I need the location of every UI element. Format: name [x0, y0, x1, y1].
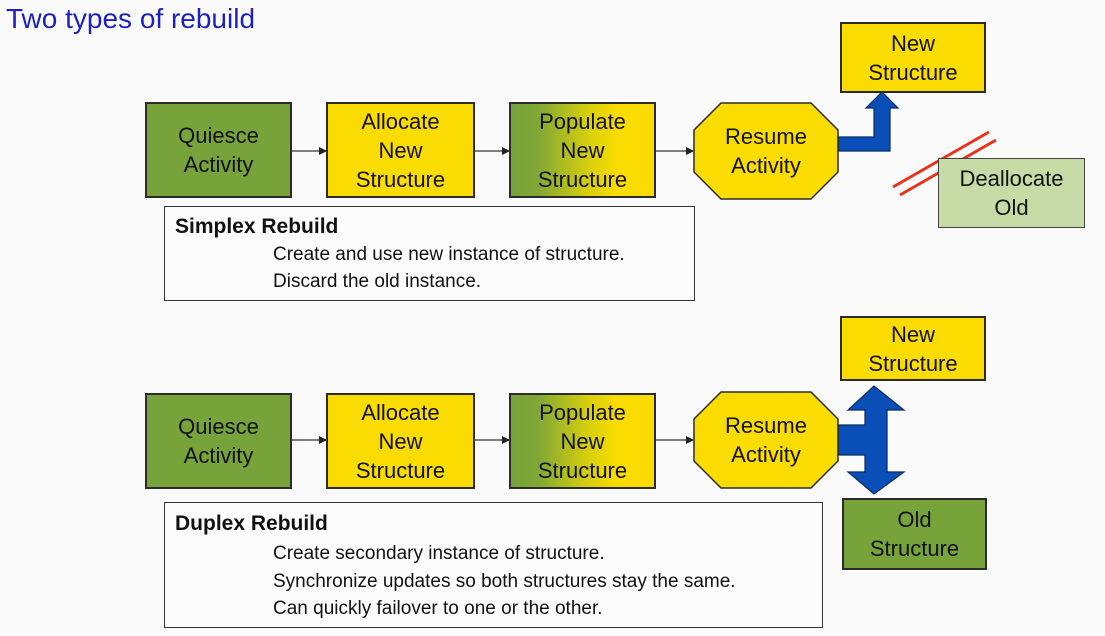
duplex-line: Can quickly failover to one or the other…: [273, 598, 603, 619]
step-resume-activity: Resume Activity: [693, 102, 839, 200]
step-populate-new-structure: Populate New Structure: [509, 393, 656, 489]
step-populate-new-structure: Populate New Structure: [509, 102, 656, 198]
resume-activity-label: Resume Activity: [725, 124, 807, 178]
new-structure-box: New Structure: [840, 316, 986, 381]
old-structure-box: Old Structure: [842, 498, 987, 570]
step-allocate-new-structure: Allocate New Structure: [326, 393, 475, 489]
deallocate-old-box: Deallocate Old: [938, 158, 1085, 228]
bent-up-arrow-icon: [837, 91, 900, 152]
simplex-description-box: Simplex Rebuild Create and use new insta…: [164, 206, 695, 301]
duplex-description-box: Duplex Rebuild Create secondary instance…: [164, 502, 823, 628]
simplex-line: Create and use new instance of structure…: [273, 244, 625, 265]
step-allocate-new-structure: Allocate New Structure: [326, 102, 475, 198]
step-quiesce-activity: Quiesce Activity: [145, 102, 292, 198]
resume-activity-label: Resume Activity: [725, 413, 807, 467]
simplex-line: Discard the old instance.: [273, 271, 482, 292]
double-vertical-arrow-icon: [837, 385, 906, 495]
simplex-heading: Simplex Rebuild: [175, 215, 339, 238]
step-resume-activity: Resume Activity: [693, 391, 839, 489]
new-structure-box: New Structure: [840, 22, 986, 93]
duplex-line: Create secondary instance of structure.: [273, 543, 605, 564]
duplex-line: Synchronize updates so both structures s…: [273, 571, 736, 592]
step-quiesce-activity: Quiesce Activity: [145, 393, 292, 489]
duplex-heading: Duplex Rebuild: [175, 512, 328, 535]
